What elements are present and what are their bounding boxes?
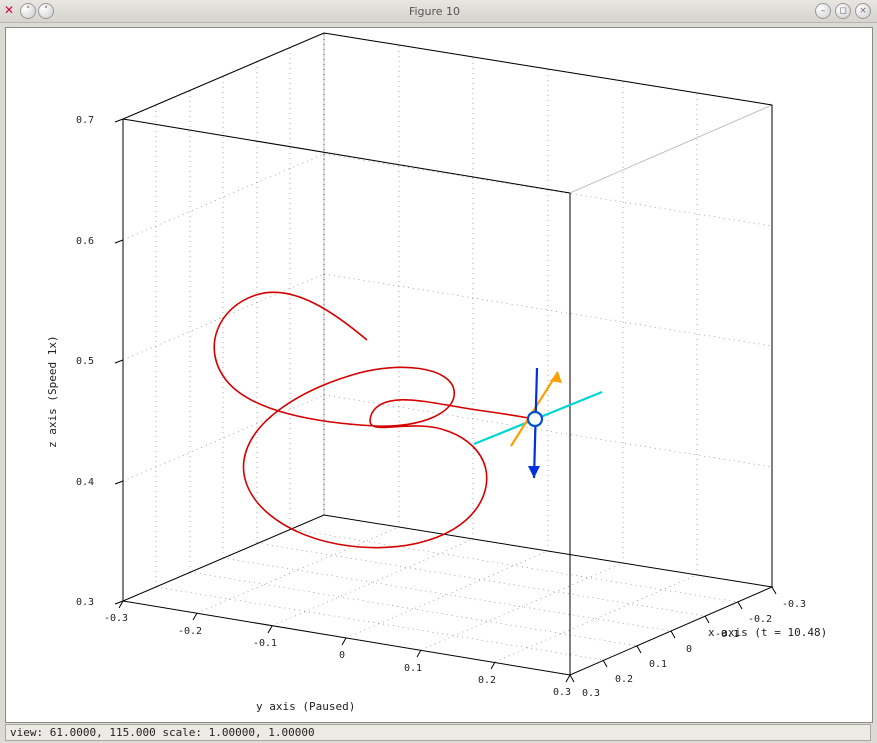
svg-text:-0.2: -0.2 bbox=[748, 614, 772, 625]
svg-text:0.3: 0.3 bbox=[553, 687, 571, 698]
svg-text:0.5: 0.5 bbox=[76, 356, 94, 367]
window-title: Figure 10 bbox=[54, 5, 815, 18]
svg-text:-0.3: -0.3 bbox=[782, 599, 806, 610]
close-button[interactable]: × bbox=[855, 3, 871, 19]
svg-text:0.7: 0.7 bbox=[76, 115, 94, 126]
grid bbox=[123, 33, 772, 675]
svg-text:0: 0 bbox=[686, 644, 692, 655]
svg-text:0.3: 0.3 bbox=[76, 597, 94, 608]
svg-text:0.2: 0.2 bbox=[478, 675, 496, 686]
window-titlebar: ˄ ˅ Figure 10 – ◻ × bbox=[0, 0, 877, 23]
status-bar: view: 61.0000, 115.000 scale: 1.00000, 1… bbox=[5, 724, 871, 741]
y-axis-label: y axis (Paused) bbox=[256, 700, 355, 713]
z-ticks: 0.3 0.4 0.5 0.6 0.7 bbox=[76, 115, 123, 608]
z-axis-label: z axis (Speed 1x) bbox=[46, 335, 59, 448]
svg-text:-0.1: -0.1 bbox=[253, 638, 277, 649]
trajectory bbox=[214, 292, 536, 547]
status-text: view: 61.0000, 115.000 scale: 1.00000, 1… bbox=[10, 726, 315, 739]
axes-box bbox=[123, 33, 772, 675]
x-axis-label: x axis (t = 10.48) bbox=[708, 626, 827, 639]
svg-text:0.3: 0.3 bbox=[582, 688, 600, 699]
svg-text:0.4: 0.4 bbox=[76, 477, 94, 488]
shade-button[interactable]: ˄ bbox=[20, 3, 36, 19]
unshade-button[interactable]: ˅ bbox=[38, 3, 54, 19]
maximize-button[interactable]: ◻ bbox=[835, 3, 851, 19]
svg-text:-0.3: -0.3 bbox=[104, 613, 128, 624]
svg-text:0.1: 0.1 bbox=[649, 659, 667, 670]
svg-text:-0.2: -0.2 bbox=[178, 626, 202, 637]
svg-text:0.1: 0.1 bbox=[404, 663, 422, 674]
svg-text:0.6: 0.6 bbox=[76, 236, 94, 247]
svg-text:0: 0 bbox=[339, 650, 345, 661]
app-icon bbox=[4, 4, 18, 18]
svg-text:0.2: 0.2 bbox=[615, 674, 633, 685]
frame-marker bbox=[474, 368, 602, 478]
plot-canvas[interactable]: 0.3 0.4 0.5 0.6 0.7 -0.3 -0.2 -0.1 0 0.1… bbox=[5, 27, 873, 723]
y-ticks: -0.3 -0.2 -0.1 0 0.1 0.2 0.3 bbox=[104, 601, 571, 698]
x-ticks: 0.3 0.2 0.1 0 -0.1 -0.2 -0.3 bbox=[570, 587, 806, 699]
minimize-button[interactable]: – bbox=[815, 3, 831, 19]
